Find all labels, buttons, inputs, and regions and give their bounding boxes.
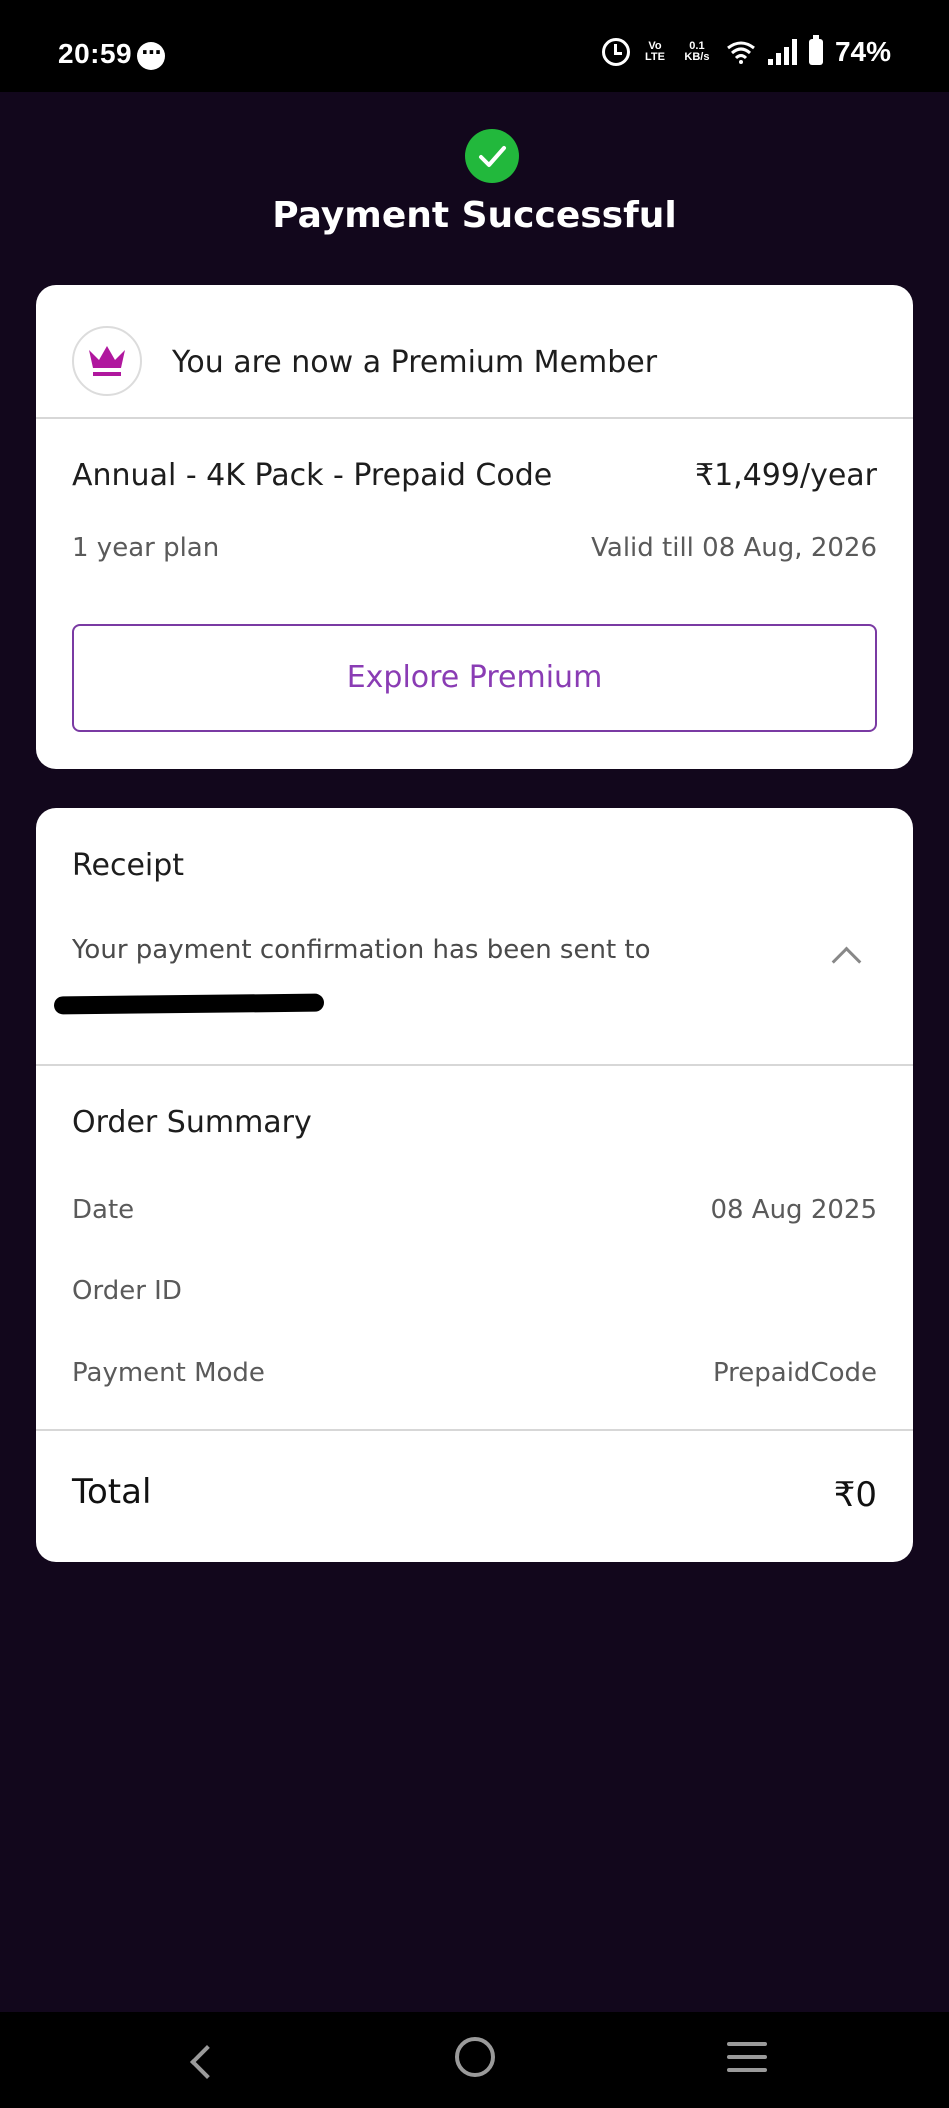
payment-mode-value: PrepaidCode [712, 1358, 877, 1388]
page-title: Payment Successful [272, 195, 677, 236]
receipt-card: Receipt Your payment confirmation has be… [36, 808, 913, 1562]
plan-duration: 1 year plan [72, 533, 220, 563]
alarm-icon [601, 38, 630, 66]
premium-member-row: You are now a Premium Member [36, 285, 913, 419]
order-summary-title: Order Summary [72, 1105, 312, 1140]
premium-member-message: You are now a Premium Member [172, 345, 658, 380]
chevron-up-icon[interactable] [831, 946, 862, 977]
explore-premium-button[interactable]: Explore Premium [72, 624, 877, 732]
order-id-label: Order ID [72, 1276, 182, 1306]
status-icons: Vo LTE 0.1 KB/s 74% [601, 35, 891, 68]
battery-icon [808, 35, 823, 65]
volte-indicator: Vo LTE [644, 40, 665, 63]
back-icon[interactable] [190, 2045, 224, 2079]
receipt-message: Your payment confirmation has been sent … [72, 935, 651, 965]
date-label: Date [72, 1195, 135, 1225]
wifi-icon [726, 40, 756, 64]
date-value: 08 Aug 2025 [710, 1195, 877, 1225]
menu-icon[interactable] [727, 2042, 767, 2072]
crown-icon [72, 326, 142, 396]
divider [36, 1429, 913, 1431]
payment-mode-label: Payment Mode [72, 1358, 265, 1388]
receipt-title: Receipt [72, 848, 185, 883]
network-speed: 0.1 KB/s [684, 40, 710, 63]
check-circle-icon [465, 129, 519, 183]
navigation-bar [0, 2012, 949, 2108]
redacted-contact [53, 993, 325, 1015]
status-bar: 20:59 Vo LTE 0.1 KB/s 74% [0, 0, 949, 92]
total-label: Total [72, 1472, 152, 1512]
divider [36, 1064, 913, 1066]
chat-notification-icon [137, 40, 165, 70]
plan-validity: Valid till 08 Aug, 2026 [591, 533, 877, 563]
home-icon[interactable] [455, 2037, 495, 2077]
plan-name: Annual - 4K Pack - Prepaid Code [72, 458, 553, 493]
total-value: ₹0 [833, 1475, 877, 1515]
battery-level: 74% [834, 36, 891, 67]
status-time: 20:59 [58, 38, 133, 69]
membership-card: You are now a Premium Member Annual - 4K… [36, 285, 913, 769]
plan-price: ₹1,499/year [694, 458, 877, 493]
signal-icon [767, 39, 797, 65]
